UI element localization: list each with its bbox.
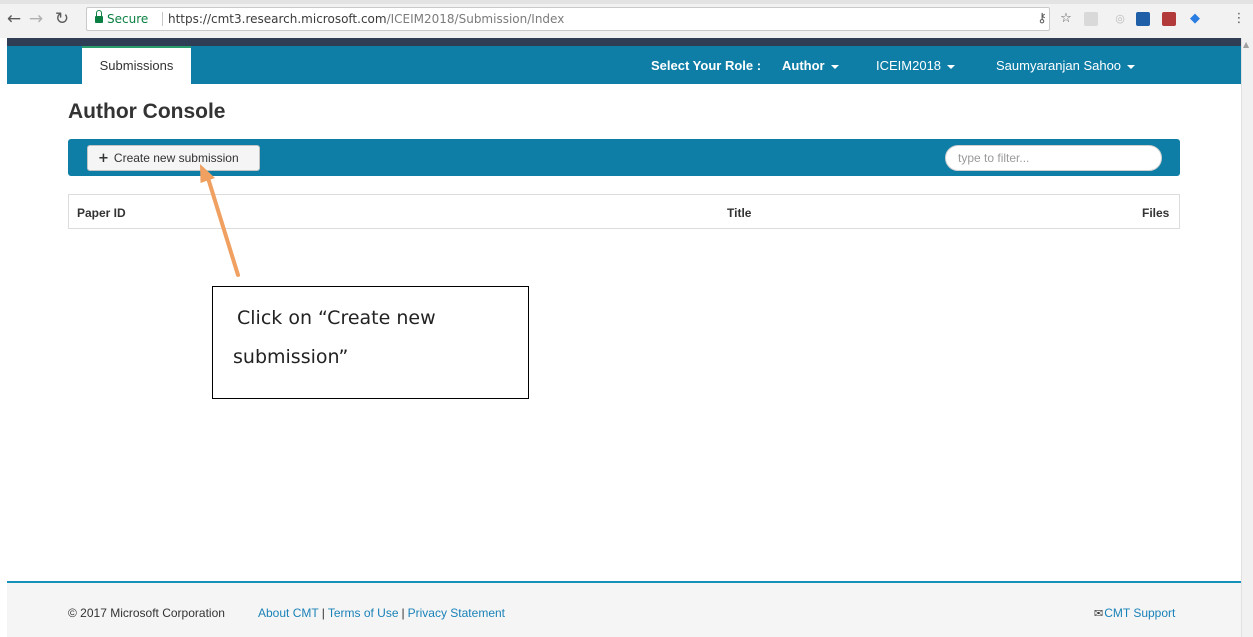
app-extension-icon[interactable] (1136, 12, 1150, 26)
browser-tabstrip (0, 0, 1253, 4)
circle-extension-icon[interactable]: ◎ (1112, 11, 1128, 27)
conference-dropdown[interactable]: ICEIM2018 (876, 58, 956, 73)
footer-links: About CMT | Terms of Use | Privacy Statement (258, 606, 505, 620)
user-dropdown[interactable]: Saumyaranjan Sahoo (996, 58, 1136, 73)
url-host: https://cmt3.research.microsoft.com (168, 12, 387, 26)
key-icon[interactable]: ⚷ (1034, 11, 1050, 27)
copyright: © 2017 Microsoft Corporation (68, 606, 225, 620)
tab-submissions[interactable]: Submissions (82, 46, 191, 84)
page-title: Author Console (68, 100, 226, 123)
scrollbar[interactable] (1241, 38, 1253, 637)
forward-icon[interactable]: → (26, 9, 46, 29)
cmt-support-link[interactable]: ✉CMT Support (1094, 606, 1175, 620)
diamond-extension-icon[interactable]: ◆ (1187, 11, 1203, 27)
role-value: Author (782, 58, 825, 73)
link-separator: | (321, 606, 325, 620)
secure-label: Secure (107, 12, 149, 26)
column-header-title[interactable]: Title (727, 206, 751, 220)
caret-down-icon (947, 64, 956, 69)
back-icon[interactable]: ← (4, 9, 24, 29)
conference-name: ICEIM2018 (876, 58, 942, 73)
annotation-line-2: submission” (233, 346, 349, 368)
about-cmt-link[interactable]: About CMT (258, 606, 319, 620)
column-header-paper-id[interactable]: Paper ID (77, 206, 126, 220)
caret-down-icon (830, 64, 839, 69)
address-bar[interactable]: Secure https://cmt3.research.microsoft.c… (86, 7, 1050, 31)
pdf-extension-icon[interactable] (1084, 12, 1098, 26)
envelope-icon: ✉ (1094, 607, 1104, 620)
menu-dots-icon[interactable]: ⋮ (1231, 11, 1247, 27)
annotation-arrow (200, 164, 240, 277)
column-header-files[interactable]: Files (1142, 206, 1169, 220)
create-submission-label: Create new submission (113, 151, 239, 165)
role-label: Select Your Role : (651, 58, 762, 73)
cmt-support-label: CMT Support (1104, 606, 1176, 620)
annotation-line-1: Click on “Create new (237, 307, 436, 329)
off-extension-icon[interactable] (1162, 12, 1176, 26)
submissions-table: Paper ID Title Files (68, 194, 1180, 229)
annotation-callout: Click on “Create new submission” (212, 286, 529, 399)
lock-icon (95, 10, 103, 24)
terms-of-use-link[interactable]: Terms of Use (328, 606, 399, 620)
create-submission-button[interactable]: + Create new submission (87, 145, 260, 171)
user-name: Saumyaranjan Sahoo (996, 58, 1122, 73)
filter-input[interactable] (945, 145, 1162, 171)
url-text: https://cmt3.research.microsoft.com/ICEI… (168, 12, 564, 26)
star-icon[interactable]: ☆ (1058, 11, 1074, 27)
reload-icon[interactable]: ↻ (52, 9, 72, 29)
role-dropdown[interactable]: Author (782, 58, 839, 73)
link-separator: | (401, 606, 405, 620)
scroll-up-icon[interactable]: ▲ (1243, 40, 1249, 49)
caret-down-icon (1127, 64, 1136, 69)
privacy-statement-link[interactable]: Privacy Statement (408, 606, 505, 620)
plus-icon: + (98, 151, 109, 166)
url-separator (162, 12, 163, 26)
url-path: /ICEIM2018/Submission/Index (386, 12, 565, 26)
